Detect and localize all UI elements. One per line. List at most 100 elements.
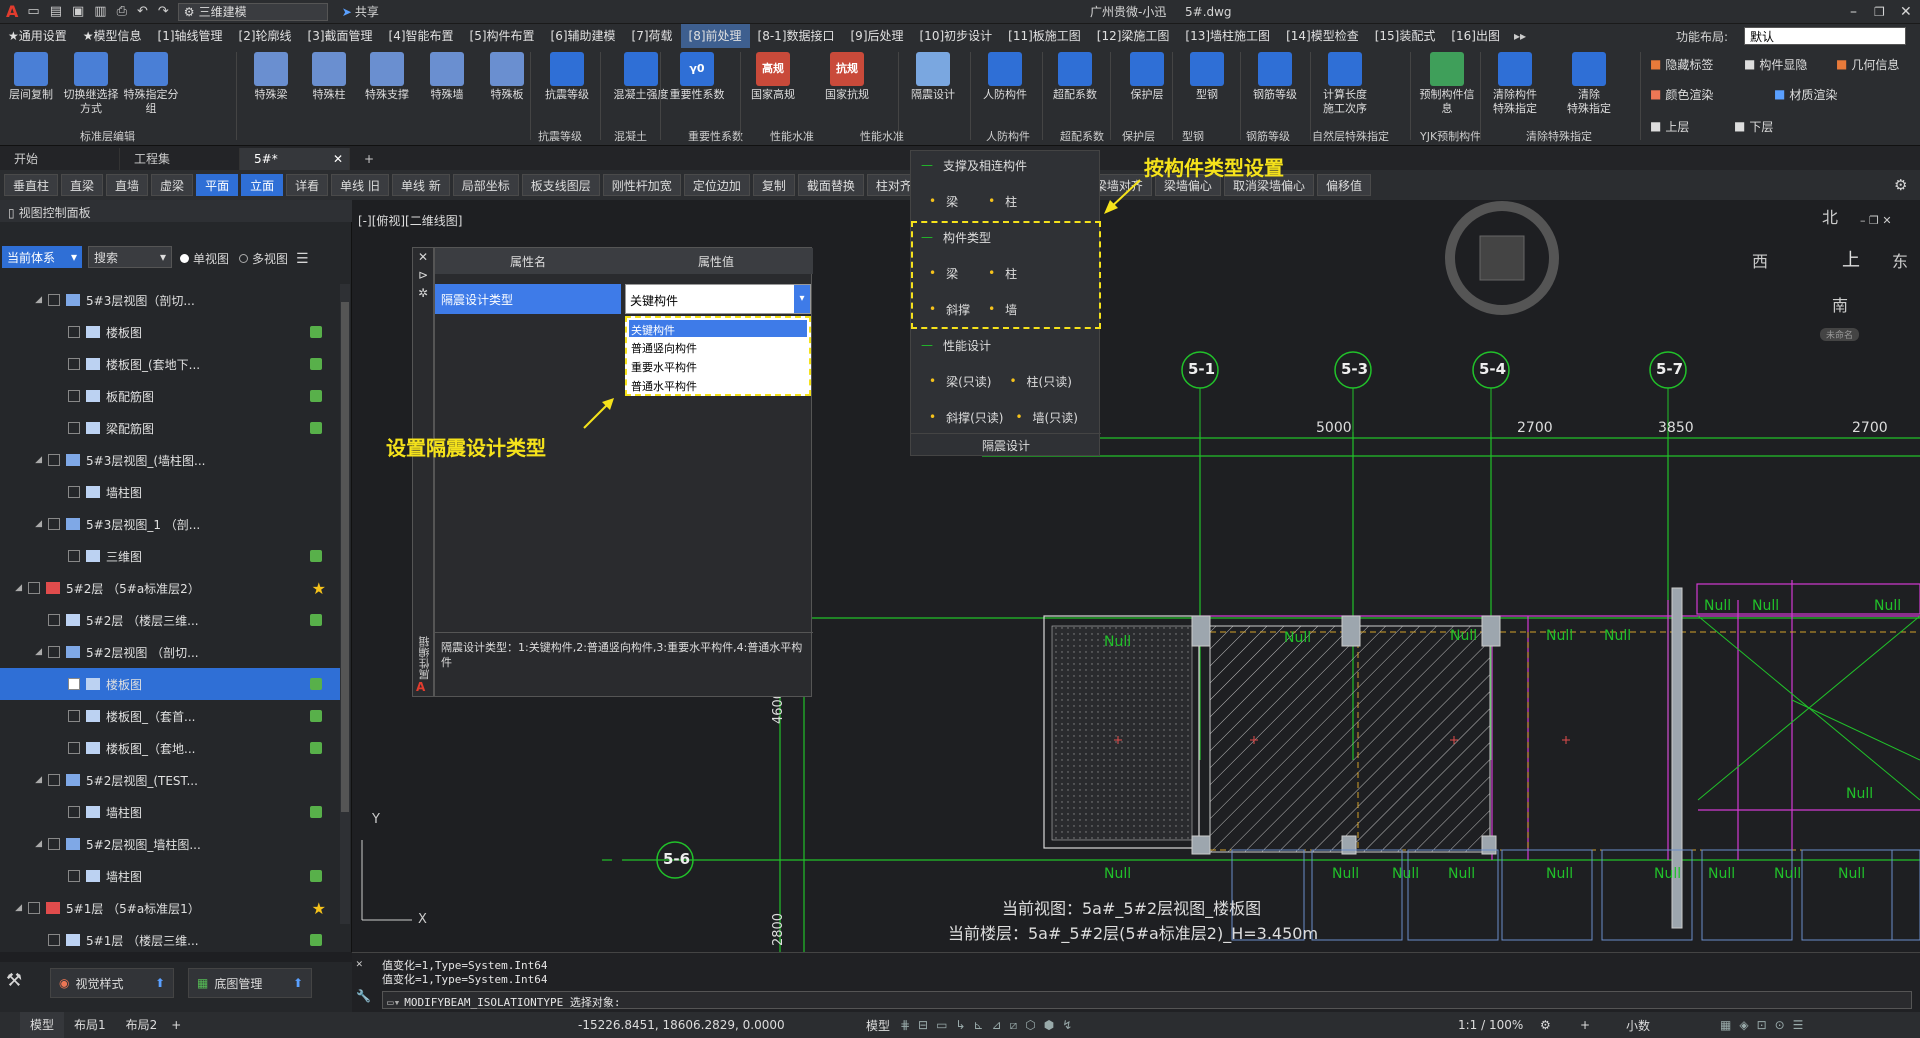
ribbon-group-label[interactable]: 保护层 <box>1122 128 1155 144</box>
ribbon-button[interactable]: 清除 特殊指定 <box>1560 52 1618 116</box>
toolbar-button[interactable]: 截面替换 <box>797 174 864 196</box>
ribbon-group-label[interactable]: 超配系数 <box>1060 128 1104 144</box>
tree-item[interactable]: 楼板图 <box>0 316 340 348</box>
tree-checkbox[interactable] <box>68 358 80 370</box>
toolbar-button[interactable]: 刚性杆加宽 <box>602 174 681 196</box>
toolbar-button[interactable]: 详看 <box>286 174 329 196</box>
more-menu-icon[interactable]: ▸▸ <box>1514 29 1526 43</box>
share-button[interactable]: 共享 <box>355 3 379 20</box>
print-icon[interactable]: ⎙ <box>117 4 127 19</box>
badge-icon[interactable] <box>310 550 322 562</box>
badge-icon[interactable] <box>310 934 322 946</box>
status-tab-model[interactable]: 模型 <box>20 1012 65 1038</box>
color-render-button[interactable]: ■ 颜色渲染 <box>1650 82 1713 106</box>
compass-south[interactable]: 南 <box>1832 292 1848 316</box>
menu-item-brace-ro[interactable]: 斜撑(只读) <box>946 409 1003 426</box>
toolbar-button[interactable]: 单线 旧 <box>331 174 389 196</box>
tree-item[interactable]: ◢ 5#3层视图_1 （剖... <box>0 508 340 540</box>
tree-item[interactable]: 墙柱图 <box>0 476 340 508</box>
expand-icon[interactable]: ◢ <box>0 519 48 529</box>
add-layout-icon[interactable]: + <box>171 1018 181 1032</box>
view-cube-top[interactable]: 上 <box>1842 246 1860 272</box>
menu-item-component-type[interactable]: — 构件类型 <box>911 225 1101 249</box>
ribbon-button[interactable]: 抗规 国家抗规 <box>818 52 876 102</box>
tree-checkbox[interactable] <box>68 390 80 402</box>
tree-item[interactable]: 5#1层 （楼层三维... <box>0 924 340 956</box>
snap-icons[interactable]: ⋕⊟▭↳⊾⊿⧄⬡⬢↯ <box>900 1018 1080 1033</box>
menu-icon[interactable]: ☰ <box>296 251 309 267</box>
badge-icon[interactable] <box>310 742 322 754</box>
system-select[interactable]: 当前体系 ▾ <box>2 246 82 268</box>
toolbar-button[interactable]: 局部坐标 <box>452 174 519 196</box>
menu-item[interactable]: ★通用设置 <box>0 24 75 48</box>
tree-checkbox[interactable] <box>68 806 80 818</box>
tree-item[interactable]: 楼板图_（套首... <box>0 700 340 732</box>
plus-icon[interactable]: + <box>1580 1018 1590 1032</box>
tree-item[interactable]: ◢ 5#2层视图_墙柱图... <box>0 828 340 860</box>
prop-value-select[interactable]: 关键构件 ▾ <box>625 284 811 314</box>
tools-icon[interactable]: ⚒ <box>6 970 22 991</box>
up-floor-button[interactable]: ■ 上层 <box>1650 114 1689 138</box>
settings-icon[interactable]: ✲ <box>418 286 428 300</box>
add-tab-icon[interactable]: + <box>350 148 388 170</box>
tree-item[interactable]: 梁配筋图 <box>0 412 340 444</box>
tree-item[interactable]: 楼板图 <box>0 668 340 700</box>
toolbar-button[interactable]: 直梁 <box>61 174 104 196</box>
layout-select[interactable]: 默认 <box>1744 27 1906 45</box>
workspace-select[interactable]: ⚙ 三维建模 <box>177 2 328 21</box>
hide-tag-button[interactable]: ■ 隐藏标签 <box>1650 52 1713 76</box>
expand-icon[interactable]: ◢ <box>0 647 48 657</box>
tray-icons[interactable]: ▦◈⊡⊙☰ <box>1720 1018 1811 1032</box>
ribbon-button[interactable]: 特殊柱 <box>300 52 358 102</box>
option-item[interactable]: 重要水平构件 <box>629 357 807 374</box>
scale-display[interactable]: 1:1 / 100% <box>1458 1018 1523 1032</box>
badge-icon[interactable] <box>310 326 322 338</box>
redo-icon[interactable]: ↷ <box>158 4 169 19</box>
ribbon-button[interactable]: 特殊指定分组 <box>122 52 180 116</box>
minimize-icon[interactable]: – <box>1850 4 1857 20</box>
tree-item[interactable]: ◢ 5#3层视图_(墙柱图... <box>0 444 340 476</box>
menu-item[interactable]: [8]前处理 <box>680 24 750 48</box>
ribbon-group-label[interactable]: 标准层编辑 <box>80 128 135 144</box>
option-item[interactable]: 关键构件 <box>629 320 807 337</box>
tree-checkbox[interactable] <box>48 614 60 626</box>
expand-icon[interactable]: ◢ <box>0 295 48 305</box>
ribbon-group-label[interactable]: 自然层特殊指定 <box>1312 128 1389 144</box>
multi-view-radio[interactable] <box>239 254 249 263</box>
menu-item-beam[interactable]: 梁 <box>946 265 958 282</box>
ribbon-group-label[interactable]: 钢筋等级 <box>1246 128 1290 144</box>
tree-checkbox[interactable] <box>28 902 40 914</box>
ribbon-button[interactable]: 预制构件信息 <box>1418 52 1476 116</box>
tree-item[interactable]: ◢ 5#2层视图_(TEST... <box>0 764 340 796</box>
search-select[interactable]: 搜索 ▾ <box>88 246 172 268</box>
tab-start[interactable]: 开始 <box>0 148 120 170</box>
ribbon-button[interactable]: 层间复制 <box>2 52 60 102</box>
toolbar-button[interactable]: 平面 <box>196 174 239 196</box>
expand-icon[interactable]: ◢ <box>0 455 48 465</box>
compass-west[interactable]: 西 <box>1752 248 1768 272</box>
ribbon-group-label[interactable]: 型钢 <box>1182 128 1204 144</box>
ribbon-button[interactable]: 混凝土强度 <box>612 52 670 102</box>
menu-item-beam[interactable]: 梁 <box>946 193 958 210</box>
toolbar-button[interactable]: 偏移值 <box>1316 174 1371 196</box>
tree-item[interactable]: ◢ 5#3层视图（剖切... <box>0 284 340 316</box>
geo-info-button[interactable]: ■ 几何信息 <box>1836 52 1899 76</box>
gear-icon[interactable]: ⚙ <box>1894 176 1907 194</box>
ribbon-button[interactable]: 特殊梁 <box>242 52 300 102</box>
tree-checkbox[interactable] <box>48 838 60 850</box>
toolbar-button[interactable]: 板支线图层 <box>521 174 600 196</box>
ribbon-button[interactable]: 特殊墙 <box>418 52 476 102</box>
menu-item-support[interactable]: — 支撑及相连构件 <box>911 153 1101 177</box>
tree-checkbox[interactable] <box>68 422 80 434</box>
expand-icon[interactable]: ◢ <box>0 903 28 913</box>
toolbar-button[interactable]: 直墙 <box>106 174 149 196</box>
compass-north[interactable]: 北 <box>1822 204 1838 228</box>
toolbar-button[interactable]: 虚梁 <box>151 174 194 196</box>
ribbon-button[interactable]: 抗震等级 <box>538 52 596 102</box>
app-logo[interactable]: A <box>6 2 18 21</box>
ribbon-group-label[interactable]: 混凝土 <box>614 128 647 144</box>
menu-item-column[interactable]: 柱 <box>1005 265 1017 282</box>
tree-item[interactable]: ◢ 5#2层视图 （剖切... <box>0 636 340 668</box>
tree-checkbox[interactable] <box>48 294 60 306</box>
ribbon-button[interactable]: 超配系数 <box>1046 52 1104 102</box>
